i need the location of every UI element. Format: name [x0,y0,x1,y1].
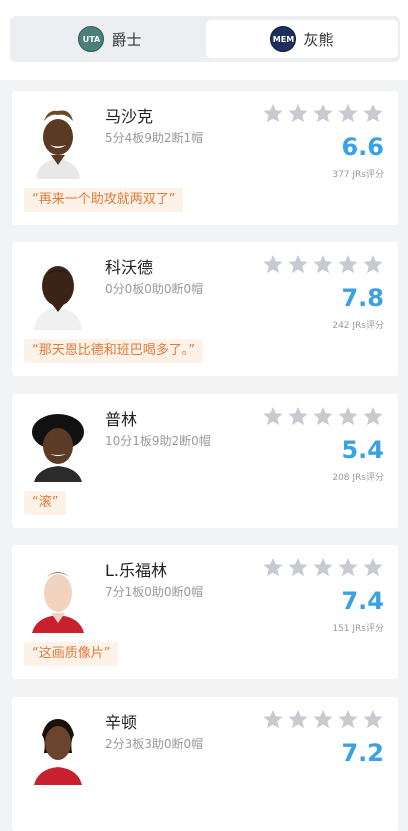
star-icon[interactable] [262,708,284,730]
player-avatar [26,713,90,785]
player-card[interactable]: 马沙克 5分4板9助2断1帽 6.6 377 JRs评分 “再来一个助攻就两双了… [12,91,398,225]
player-score: 5.4 [341,436,384,464]
player-stats: 10分1板9助2断0帽 [105,434,211,448]
player-stats: 7分1板0助0断0帽 [105,585,204,599]
star-rating[interactable] [262,405,387,427]
star-icon[interactable] [337,102,359,124]
rating-count: 151 JRs评分 [332,624,384,634]
player-avatar [26,561,90,633]
star-icon[interactable] [312,708,334,730]
team-switcher-bar: UTA 爵士 MEM 灰熊 [0,0,408,80]
player-name: L.乐福林 [105,561,168,580]
rating-count: 208 JRs评分 [332,473,384,483]
player-stats: 0分0板0助0断0帽 [105,282,204,296]
tab-grizzlies[interactable]: MEM 灰熊 [206,20,398,58]
star-icon[interactable] [312,556,334,578]
star-icon[interactable] [312,253,334,275]
star-icon[interactable] [337,253,359,275]
star-icon[interactable] [362,253,384,275]
star-icon[interactable] [287,253,309,275]
star-icon[interactable] [262,556,284,578]
top-comment[interactable]: “再来一个助攻就两双了” [24,188,184,212]
star-icon[interactable] [287,405,309,427]
player-avatar [26,107,90,179]
star-icon[interactable] [337,556,359,578]
player-name: 辛顿 [105,713,138,732]
tab-jazz[interactable]: UTA 爵士 [14,20,206,58]
star-icon[interactable] [287,102,309,124]
star-icon[interactable] [262,253,284,275]
top-comment[interactable]: “那天恩比德和班巴喝多了。” [24,339,203,363]
rating-count: 242 JRs评分 [332,321,384,331]
star-icon[interactable] [337,708,359,730]
star-icon[interactable] [362,102,384,124]
star-icon[interactable] [262,102,284,124]
tab-jazz-label: 爵士 [111,30,142,49]
top-comment[interactable]: “滚” [24,491,67,515]
player-score: 7.8 [341,284,384,312]
player-score: 7.4 [341,587,384,615]
tab-grizzlies-label: 灰熊 [303,30,334,49]
star-icon[interactable] [312,102,334,124]
star-icon[interactable] [337,405,359,427]
player-avatar [26,258,90,330]
player-name: 科沃德 [105,258,154,277]
grizzlies-team-logo-icon: MEM [270,26,297,52]
star-rating[interactable] [262,253,387,275]
player-card[interactable]: 辛顿 2分3板3助0断0帽 7.2 [12,697,398,831]
team-tabs: UTA 爵士 MEM 灰熊 [10,16,400,62]
top-comment[interactable]: “这画质像片” [24,642,119,666]
star-icon[interactable] [287,556,309,578]
rating-count: 377 JRs评分 [332,170,384,180]
player-name: 普林 [105,410,138,429]
star-icon[interactable] [262,405,284,427]
player-card[interactable]: 普林 10分1板9助2断0帽 5.4 208 JRs评分 “滚” [12,394,398,528]
player-name: 马沙克 [105,107,154,126]
player-avatar [26,410,90,482]
star-icon[interactable] [287,708,309,730]
player-score: 7.2 [341,739,384,767]
player-card[interactable]: L.乐福林 7分1板0助0断0帽 7.4 151 JRs评分 “这画质像片” [12,545,398,679]
star-rating[interactable] [262,708,387,730]
jazz-team-logo-icon: UTA [78,26,105,52]
player-card[interactable]: 科沃德 0分0板0助0断0帽 7.8 242 JRs评分 “那天恩比德和班巴喝多… [12,242,398,376]
player-stats: 5分4板9助2断1帽 [105,131,204,145]
star-icon[interactable] [362,405,384,427]
star-rating[interactable] [262,556,387,578]
player-score: 6.6 [341,133,384,161]
star-rating[interactable] [262,102,387,124]
star-icon[interactable] [362,556,384,578]
player-stats: 2分3板3助0断0帽 [105,737,204,751]
star-icon[interactable] [362,708,384,730]
star-icon[interactable] [312,405,334,427]
